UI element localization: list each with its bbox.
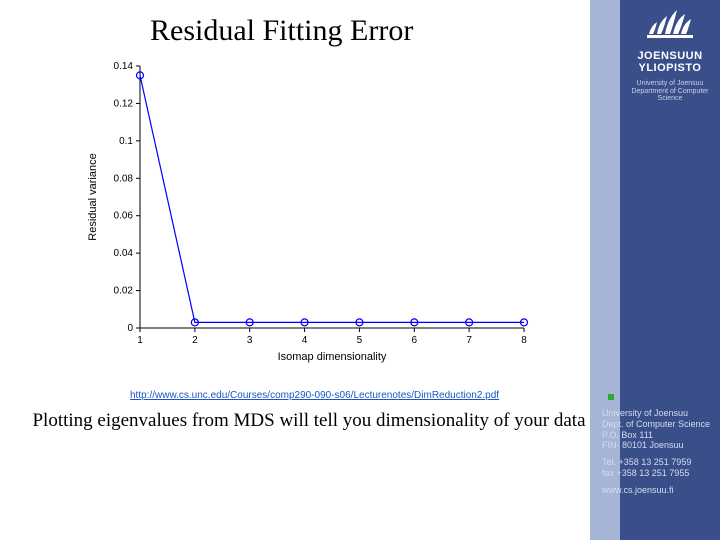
chart-svg: 0 0.02 0.04 0.06 0.08 0.1 0.12 0.14 1 2 3 4 5 6 7 8 Isom… (82, 56, 534, 366)
contact-box: P.O. Box 111 (602, 430, 720, 441)
svg-text:8: 8 (521, 335, 527, 346)
contact-name: University of Joensuu (602, 408, 720, 419)
university-logo: JOENSUUN YLIOPISTO University of Joensuu… (624, 4, 716, 103)
svg-text:0: 0 (127, 323, 133, 334)
contact-block: University of Joensuu Dept. of Computer … (598, 408, 720, 496)
contact-city: FIN- 80101 Joensuu (602, 440, 720, 451)
logo-subtext: University of Joensuu Department of Comp… (624, 80, 716, 103)
svg-text:5: 5 (357, 335, 363, 346)
residual-variance-chart: 0 0.02 0.04 0.06 0.08 0.1 0.12 0.14 1 2 3 4 5 6 7 8 Isom… (82, 56, 534, 366)
contact-web: www.cs.joensuu.fi (602, 485, 720, 496)
logo-text-line2: YLIOPISTO (624, 63, 716, 75)
svg-text:Isomap dimensionality: Isomap dimensionality (278, 351, 387, 363)
svg-text:1: 1 (137, 335, 143, 346)
sidebar-band: JOENSUUN YLIOPISTO University of Joensuu… (590, 0, 720, 540)
flame-logo-icon (643, 4, 697, 44)
svg-text:7: 7 (466, 335, 472, 346)
caption-text: Plotting eigenvalues from MDS will tell … (30, 408, 588, 434)
svg-text:0.12: 0.12 (114, 98, 134, 109)
svg-text:3: 3 (247, 335, 253, 346)
contact-tel: Tel. +358 13 251 7959 (602, 457, 720, 468)
contact-fax: fax +358 13 251 7955 (602, 468, 720, 479)
svg-text:0.14: 0.14 (114, 61, 134, 72)
svg-text:0.06: 0.06 (114, 211, 134, 222)
contact-dept: Dept. of Computer Science (602, 419, 720, 430)
logo-text-line1: JOENSUUN (624, 51, 716, 63)
svg-text:Residual variance: Residual variance (87, 153, 99, 240)
svg-text:2: 2 (192, 335, 198, 346)
svg-text:0.02: 0.02 (114, 286, 134, 297)
slide-title: Residual Fitting Error (150, 14, 413, 48)
svg-text:0.04: 0.04 (114, 248, 134, 259)
source-link[interactable]: http://www.cs.unc.edu/Courses/comp290-09… (130, 390, 499, 401)
svg-text:4: 4 (302, 335, 308, 346)
accent-square (608, 394, 614, 400)
svg-text:0.1: 0.1 (119, 136, 133, 147)
svg-text:0.08: 0.08 (114, 173, 134, 184)
svg-text:6: 6 (412, 335, 418, 346)
